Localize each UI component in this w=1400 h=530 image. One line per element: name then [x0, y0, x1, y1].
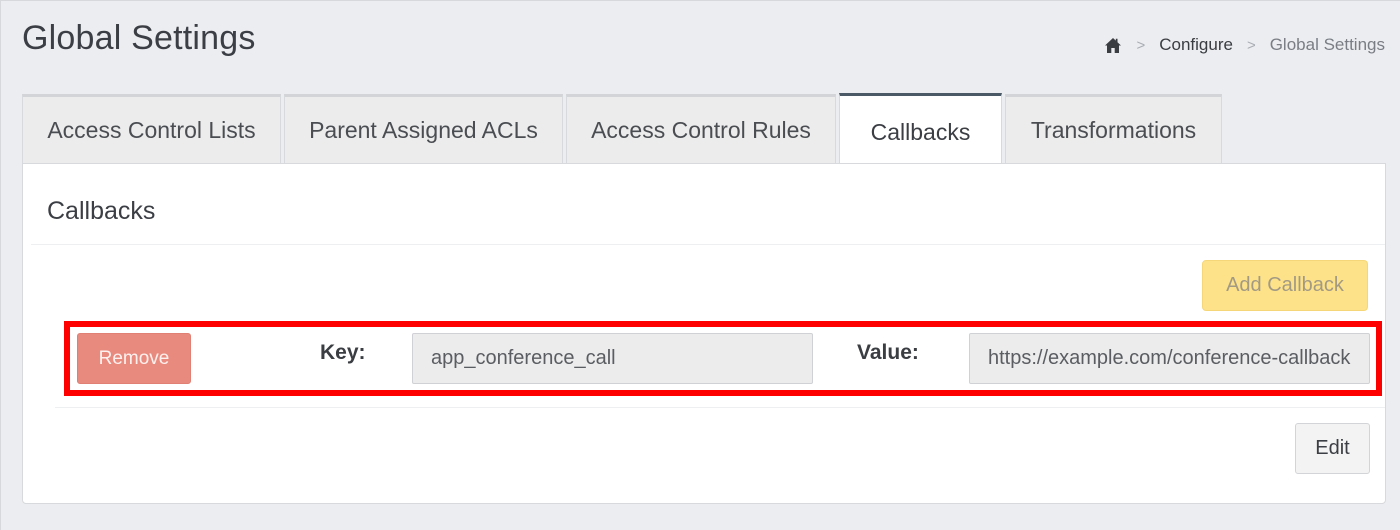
value-label: Value: [857, 341, 919, 364]
divider [55, 407, 1385, 408]
page-title: Global Settings [22, 19, 256, 57]
add-callback-button[interactable]: Add Callback [1202, 260, 1368, 311]
tab-transformations[interactable]: Transformations [1005, 94, 1222, 164]
divider [31, 244, 1385, 245]
tab-parent-assigned-acls[interactable]: Parent Assigned ACLs [284, 94, 563, 164]
edit-button[interactable]: Edit [1295, 423, 1370, 474]
key-input[interactable] [412, 333, 813, 384]
callbacks-panel: Callbacks Add Callback Remove Key: Value… [22, 163, 1386, 504]
remove-button[interactable]: Remove [77, 333, 191, 384]
panel-title: Callbacks [47, 197, 156, 225]
breadcrumb-separator: > [1246, 36, 1256, 54]
page: Global Settings > Configure > Global Set… [0, 0, 1400, 530]
tab-access-control-lists[interactable]: Access Control Lists [22, 94, 281, 164]
value-input[interactable] [969, 333, 1370, 384]
breadcrumb: > Configure > Global Settings [1104, 35, 1385, 55]
callback-row: Remove Key: Value: [64, 321, 1382, 396]
tab-callbacks[interactable]: Callbacks [839, 93, 1002, 164]
home-icon[interactable] [1104, 37, 1122, 54]
key-label: Key: [320, 341, 366, 364]
breadcrumb-global-settings: Global Settings [1269, 35, 1385, 54]
breadcrumb-configure[interactable]: Configure [1159, 35, 1233, 55]
breadcrumb-separator: > [1136, 36, 1146, 54]
tab-bar: Access Control Lists Parent Assigned ACL… [22, 93, 1225, 164]
tab-access-control-rules[interactable]: Access Control Rules [566, 94, 836, 164]
